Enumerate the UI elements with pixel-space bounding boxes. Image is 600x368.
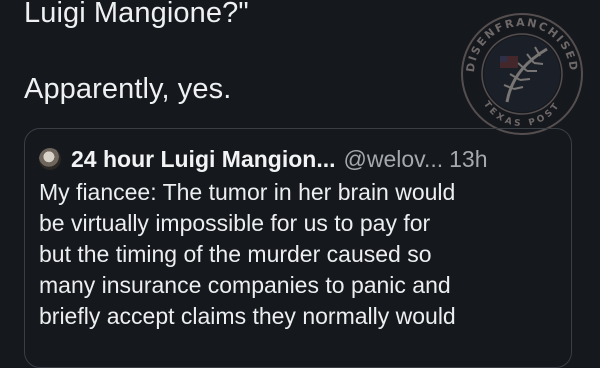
quoted-handle[interactable]: @welov... — [344, 145, 444, 173]
quoted-body-line: briefly accept claims they normally woul… — [39, 303, 456, 329]
quoted-body-line: many insurance companies to panic and — [39, 272, 451, 298]
quoted-body-line: be virtually impossible for us to pay fo… — [39, 210, 431, 236]
quoted-post-card[interactable]: 24 hour Luigi Mangion... @welov... 13h M… — [24, 128, 572, 368]
quoted-timestamp[interactable]: 13h — [449, 145, 487, 173]
quoted-body-line: but the timing of the murder caused so — [39, 241, 432, 267]
quoted-body-line: My fiancee: The tumor in her brain would — [39, 179, 456, 205]
watermark-seal-icon: DISENFRANCHISED TEXAS POST — [461, 13, 583, 135]
post-text-line-1: Luigi Mangione?" — [24, 0, 249, 29]
post-text-line-2: Apparently, yes. — [24, 73, 232, 105]
avatar[interactable] — [39, 148, 61, 170]
quoted-post-header: 24 hour Luigi Mangion... @welov... 13h — [39, 145, 488, 173]
quoted-display-name[interactable]: 24 hour Luigi Mangion... — [71, 145, 336, 173]
quoted-post-body: My fiancee: The tumor in her brain would… — [39, 177, 569, 332]
